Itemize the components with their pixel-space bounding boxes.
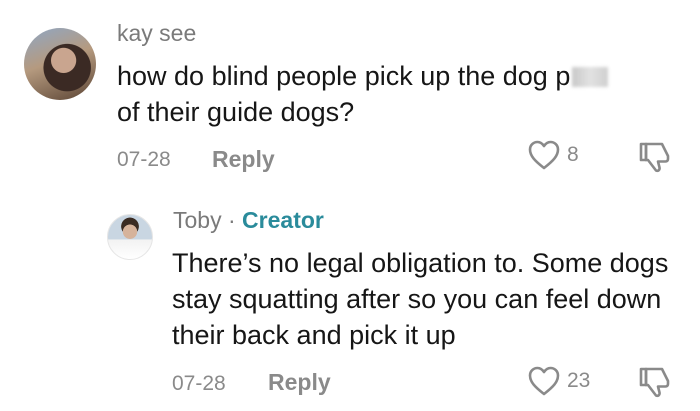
commenter-username[interactable]: kay see: [117, 20, 196, 47]
reply-text: There’s no legal obligation to. Some dog…: [172, 248, 669, 350]
separator-dot: ·: [221, 207, 243, 233]
reply-button[interactable]: Reply: [212, 146, 275, 173]
reply-like-button[interactable]: 23: [527, 365, 590, 397]
reply-reply-button[interactable]: Reply: [268, 369, 331, 396]
creator-username[interactable]: Toby: [173, 207, 222, 233]
reply-dislike-button[interactable]: [638, 365, 674, 404]
comment-text-line1: how do blind people pick up the dog p: [117, 61, 571, 91]
reply-date: 07-28: [172, 372, 226, 395]
heart-icon: [528, 366, 560, 396]
creator-badge: Creator: [242, 207, 324, 233]
commenter-avatar[interactable]: [24, 28, 96, 100]
redaction-blur: [572, 67, 609, 87]
comment-date: 07-28: [117, 148, 171, 171]
thumbs-down-icon: [639, 367, 670, 398]
heart-icon: [528, 140, 560, 170]
comment-text: how do blind people pick up the dog p of …: [117, 58, 677, 130]
creator-avatar[interactable]: [107, 214, 153, 260]
like-button[interactable]: 8: [527, 139, 579, 171]
like-count: 8: [567, 143, 579, 166]
reply-like-count: 23: [567, 369, 591, 392]
thumbs-down-icon: [639, 142, 670, 173]
comment-text-line2: of their guide dogs?: [117, 97, 355, 127]
dislike-button[interactable]: [638, 140, 674, 179]
reply-username-line: Toby · Creator: [173, 207, 324, 234]
